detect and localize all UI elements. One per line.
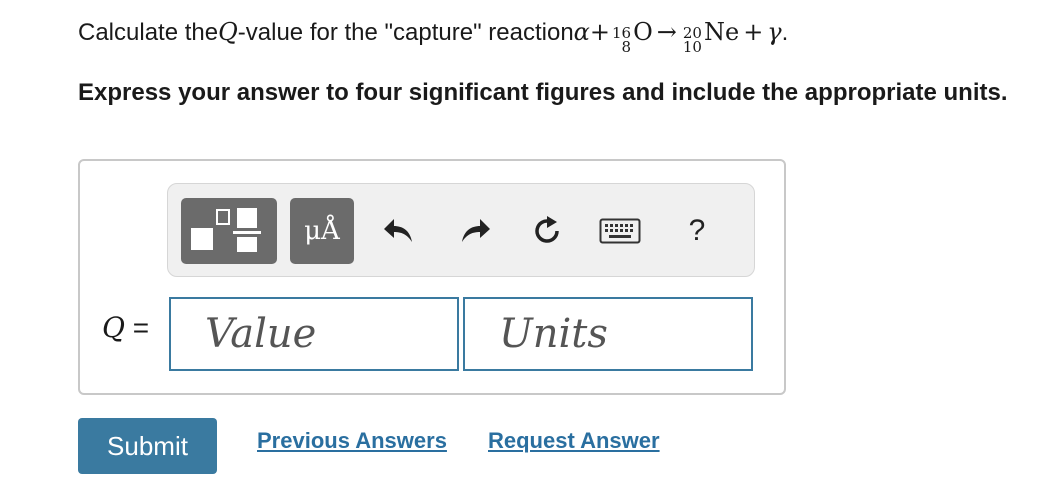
answer-panel: μÅ ? Q = Value Units: [78, 159, 786, 395]
neon-nuclide-indices: 20 10: [682, 26, 702, 56]
value-input[interactable]: Value: [169, 297, 459, 371]
plus-sign-2: +: [743, 18, 764, 46]
reaction-arrow: →: [656, 18, 677, 46]
question-end: .: [781, 19, 789, 46]
question-middle: -value for the "capture" reaction: [237, 19, 574, 46]
help-icon: ?: [688, 214, 706, 247]
oxygen-nuclide-indices: 16 8: [612, 26, 632, 56]
undo-icon: [384, 219, 412, 242]
oxygen-atomic-number: 8: [621, 38, 632, 56]
reset-icon: [535, 216, 559, 243]
help-button[interactable]: ?: [674, 208, 720, 254]
answer-q-symbol: Q: [102, 311, 125, 344]
reset-button[interactable]: [524, 208, 570, 254]
keyboard-button[interactable]: [597, 208, 643, 254]
submit-button[interactable]: Submit: [78, 418, 217, 474]
answer-label: Q =: [102, 311, 149, 344]
q-symbol: Q: [218, 18, 238, 46]
units-icon: μÅ: [304, 216, 340, 246]
keyboard-icon: [599, 218, 641, 244]
units-input[interactable]: Units: [463, 297, 753, 371]
answer-equals: =: [124, 312, 150, 343]
math-toolbar: μÅ ?: [167, 183, 755, 277]
alpha-symbol: α: [573, 18, 590, 46]
neon-symbol: Ne: [703, 18, 740, 46]
plus-sign: +: [589, 18, 610, 46]
question-text: Calculate the Q -value for the "capture"…: [78, 18, 788, 56]
oxygen-symbol: O: [633, 18, 653, 46]
neon-atomic-number: 10: [682, 38, 702, 56]
templates-button[interactable]: [181, 198, 277, 264]
undo-button[interactable]: [376, 208, 422, 254]
redo-icon: [462, 219, 490, 242]
gamma-symbol: γ: [767, 18, 782, 46]
previous-answers-link[interactable]: Previous Answers: [257, 428, 447, 454]
request-answer-link[interactable]: Request Answer: [488, 428, 660, 454]
redo-button[interactable]: [452, 208, 498, 254]
templates-icon: [191, 208, 261, 252]
question-prefix: Calculate the: [78, 19, 219, 46]
units-button[interactable]: μÅ: [290, 198, 354, 264]
units-placeholder: Units: [499, 311, 608, 357]
value-placeholder: Value: [205, 311, 317, 357]
instruction-text: Express your answer to four significant …: [78, 79, 1008, 106]
